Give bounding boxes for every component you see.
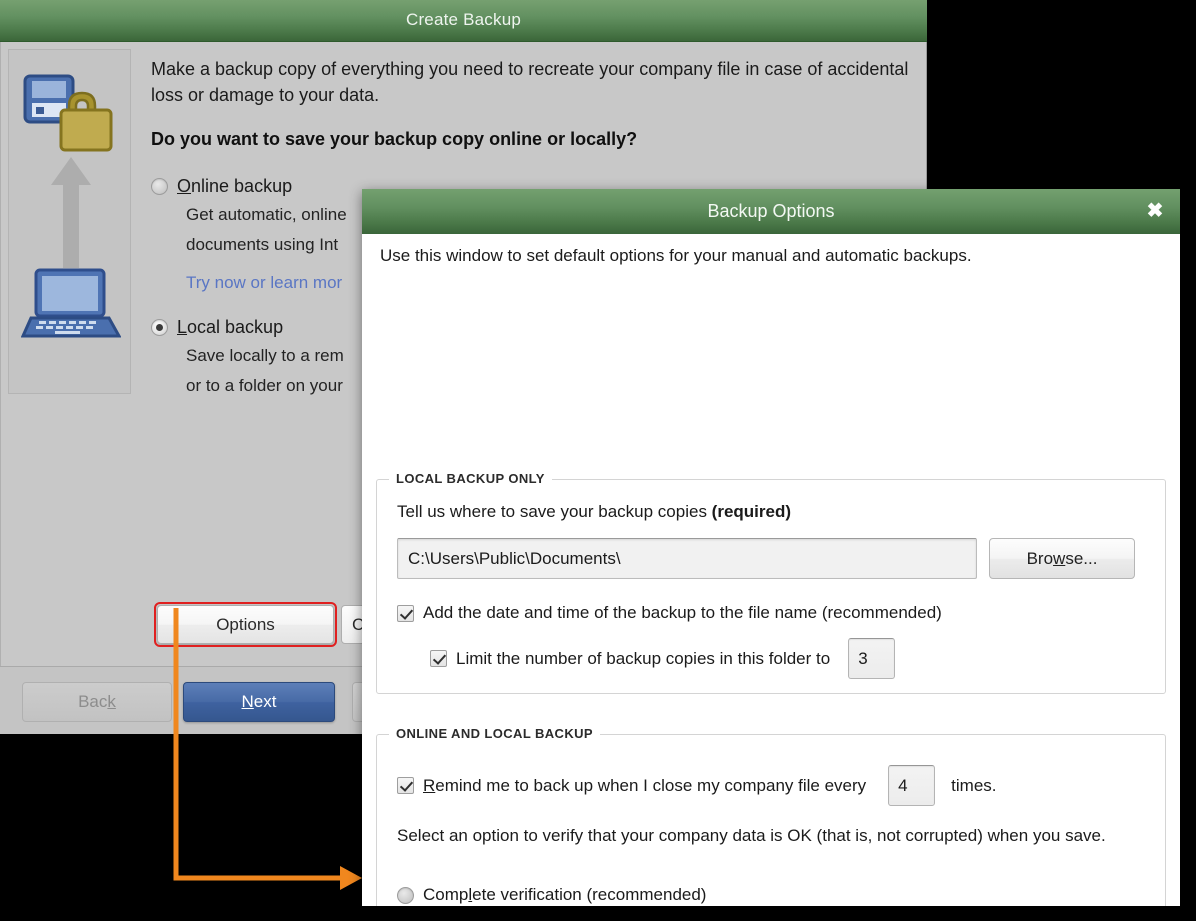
remind-label: Remind me to back up when I close my com… — [423, 775, 867, 795]
arrow-up-icon — [51, 157, 91, 268]
create-backup-title: Create Backup — [405, 10, 522, 29]
close-icon[interactable]: ✖ — [1144, 200, 1166, 222]
screenshot-root: Create Backup Make a backup copy of ever… — [0, 0, 1196, 921]
where-to-save-label: Tell us where to save your backup copies… — [397, 502, 792, 521]
online-and-local-backup-section: ONLINE AND LOCAL BACKUP Remind me to bac… — [376, 726, 1166, 906]
radio-online-label: Online backup — [177, 176, 293, 196]
backup-options-dialog: Backup Options ✖ Use this window to set … — [362, 189, 1180, 906]
path-row: C:\Users\Public\Documents\ Browse... — [397, 538, 1135, 579]
next-button[interactable]: Next — [183, 682, 335, 722]
options-button[interactable]: Options — [157, 605, 334, 644]
radio-local-label: Local backup — [177, 317, 284, 337]
question-text: Do you want to save your backup copy onl… — [151, 129, 638, 149]
add-datetime-checkbox-row[interactable]: Add the date and time of the backup to t… — [397, 603, 942, 623]
remind-times-suffix: times. — [951, 775, 997, 795]
options-button-label: Options — [216, 614, 275, 634]
backup-path-input[interactable]: C:\Users\Public\Documents\ — [397, 538, 977, 579]
floppy-disk-lock-icon — [23, 74, 113, 152]
intro-text: Make a backup copy of everything you nee… — [151, 59, 909, 105]
remind-checkbox[interactable] — [397, 777, 414, 794]
radio-complete-label: Complete verification (recommended) — [423, 885, 707, 904]
both-section-legend: ONLINE AND LOCAL BACKUP — [389, 726, 600, 741]
backup-options-intro: Use this window to set default options f… — [380, 246, 972, 265]
verify-intro-text: Select an option to verify that your com… — [397, 826, 1106, 845]
limit-copies-checkbox[interactable] — [430, 650, 447, 667]
add-datetime-checkbox[interactable] — [397, 604, 414, 622]
limit-copies-label: Limit the number of backup copies in thi… — [456, 648, 831, 668]
radio-online-indicator[interactable] — [151, 178, 168, 195]
next-button-label: Next — [241, 692, 277, 711]
backup-options-titlebar: Backup Options ✖ — [362, 189, 1180, 234]
limit-copies-value-input[interactable]: 3 — [848, 638, 896, 679]
radio-complete-verification[interactable]: Complete verification (recommended) — [397, 885, 706, 905]
options-button-group: Options — [154, 602, 337, 647]
limit-copies-checkbox-row[interactable]: Limit the number of backup copies in thi… — [430, 638, 896, 679]
local-section-legend: LOCAL BACKUP ONLY — [389, 471, 552, 486]
illustration-panel — [8, 49, 131, 394]
browse-button-label: Browse... — [1026, 548, 1098, 568]
laptop-icon — [21, 268, 121, 338]
add-datetime-label: Add the date and time of the backup to t… — [423, 603, 942, 622]
radio-complete-indicator[interactable] — [397, 886, 414, 904]
remind-checkbox-row[interactable]: Remind me to back up when I close my com… — [397, 765, 997, 806]
radio-local-indicator[interactable] — [151, 319, 168, 336]
back-button[interactable]: Back — [22, 682, 172, 722]
back-button-label: Back — [78, 692, 116, 711]
create-backup-titlebar: Create Backup — [0, 0, 927, 42]
browse-button[interactable]: Browse... — [989, 538, 1135, 579]
remind-times-input[interactable]: 4 — [888, 765, 936, 806]
backup-options-title: Backup Options — [707, 201, 835, 221]
local-backup-only-section: LOCAL BACKUP ONLY Tell us where to save … — [376, 471, 1166, 694]
